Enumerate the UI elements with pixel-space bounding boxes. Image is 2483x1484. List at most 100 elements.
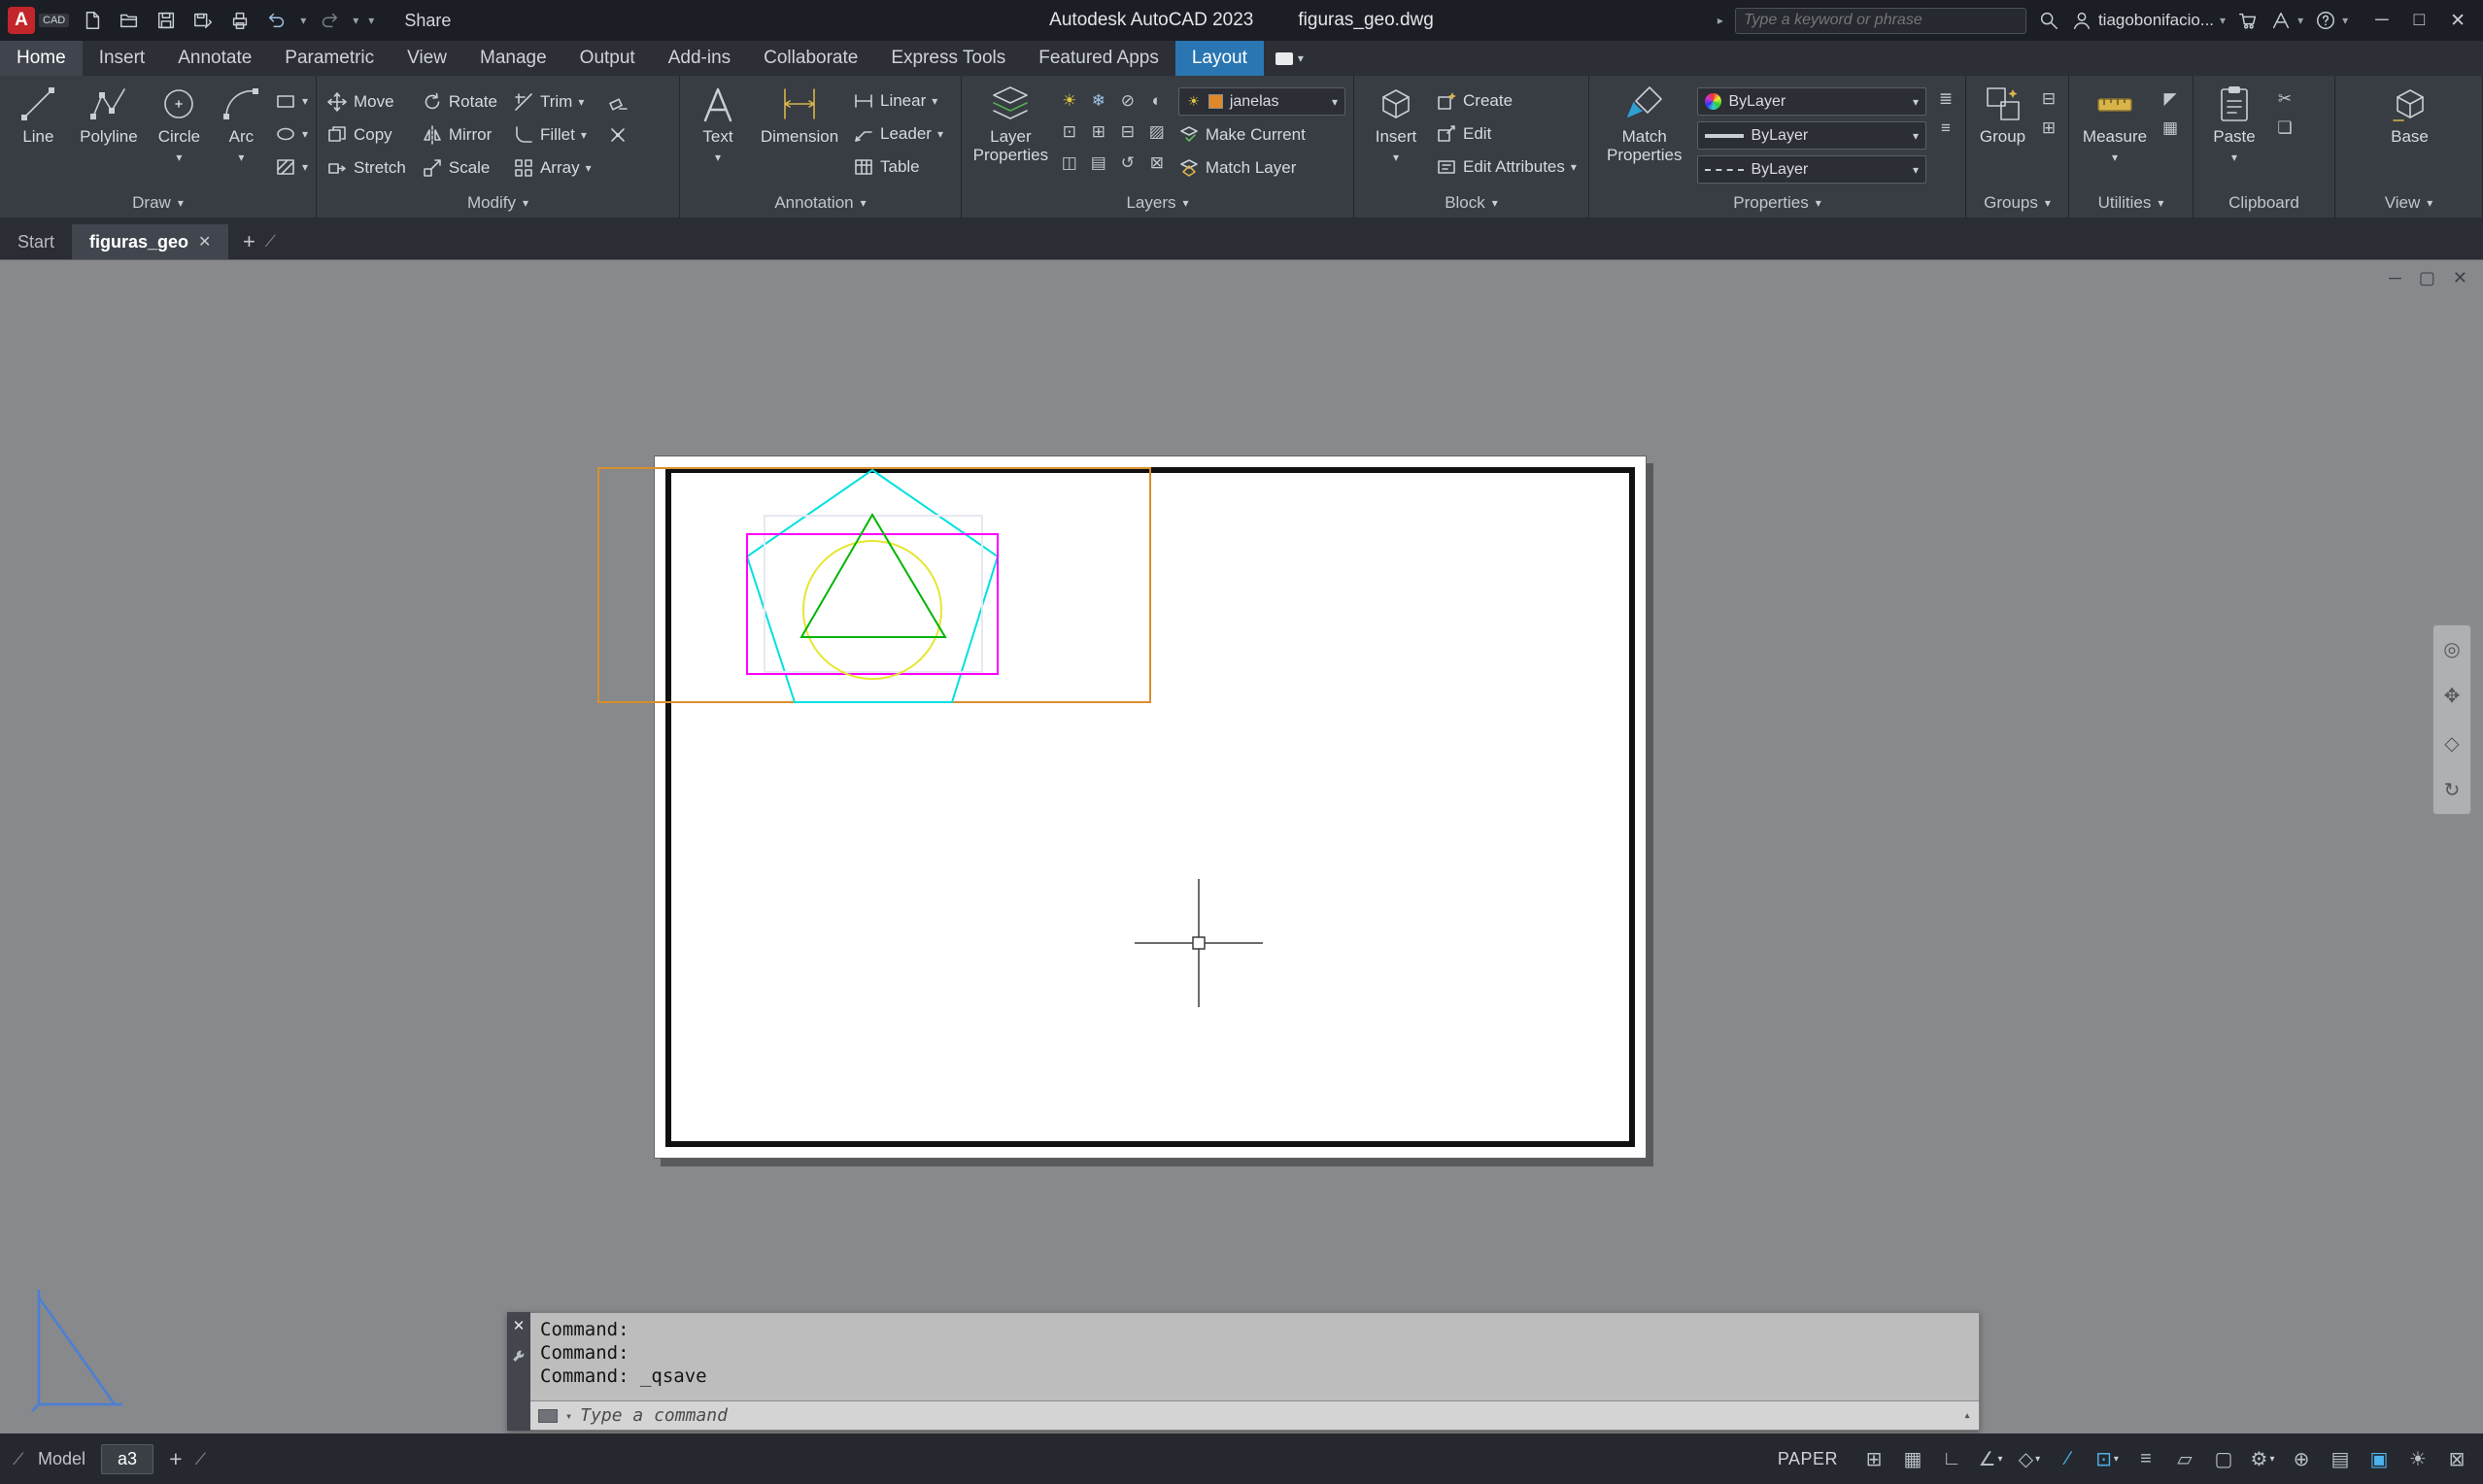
paste-button[interactable]: Paste ▾ <box>2203 84 2265 167</box>
base-button[interactable]: Base <box>2381 84 2439 146</box>
scale-button[interactable]: Scale <box>422 153 497 183</box>
explode-button[interactable] <box>607 120 629 150</box>
annotation-panel-label[interactable]: Annotation▾ <box>680 188 961 218</box>
scroll-up-icon[interactable]: ▴ <box>1963 1408 1971 1423</box>
layer-properties-button[interactable]: Layer Properties <box>971 84 1050 164</box>
draw-panel-label[interactable]: Draw▾ <box>0 188 316 218</box>
cart-icon[interactable] <box>2237 10 2259 31</box>
save-button[interactable] <box>153 7 180 34</box>
stretch-button[interactable]: Stretch <box>326 153 406 183</box>
maximize-button[interactable]: □ <box>2414 10 2425 31</box>
isolate-objects-toggle[interactable]: ☀ <box>2401 1442 2434 1475</box>
new-file-button[interactable] <box>79 7 106 34</box>
layers-panel-label[interactable]: Layers▾ <box>962 188 1353 218</box>
match-layer-button[interactable]: Match Layer <box>1178 154 1345 182</box>
view-panel-label[interactable]: View▾ <box>2335 188 2482 218</box>
white-rectangle-shape[interactable] <box>765 516 982 672</box>
paper-space-toggle[interactable]: PAPER <box>1778 1449 1838 1469</box>
trim-button[interactable]: Trim▾ <box>513 87 592 117</box>
pentagon-shape[interactable] <box>747 470 998 702</box>
linear-button[interactable]: Linear▾ <box>853 87 943 115</box>
close-icon[interactable]: ✕ <box>513 1317 526 1334</box>
copy-button[interactable]: Copy <box>326 120 406 150</box>
pan-icon[interactable]: ✥ <box>2444 684 2461 708</box>
polar-tracking-toggle[interactable]: ∠▾ <box>1974 1442 2007 1475</box>
cut-icon[interactable]: ✂ <box>2273 87 2296 111</box>
array-button[interactable]: Array▾ <box>513 153 592 183</box>
customize-wrench-icon[interactable] <box>511 1348 527 1364</box>
leader-button[interactable]: Leader▾ <box>853 120 943 148</box>
triangle-shape[interactable] <box>801 515 945 637</box>
layer-walk-icon[interactable]: ◫ <box>1058 152 1081 175</box>
help-menu[interactable]: ▾ <box>2315 10 2348 31</box>
command-titlebar[interactable]: ✕ <box>507 1312 530 1431</box>
new-layout-button[interactable]: + <box>169 1446 182 1472</box>
lineweight-list-icon[interactable]: ≣ <box>1934 87 1957 111</box>
ellipse-tool-button[interactable]: ▾ <box>275 120 308 148</box>
linetype-dropdown[interactable]: ByLayer ▾ <box>1697 155 1926 184</box>
group-edit-icon[interactable]: ⊞ <box>2037 117 2060 140</box>
clipboard-panel-label[interactable]: Clipboard <box>2194 188 2334 218</box>
tab-featured-apps[interactable]: Featured Apps <box>1022 41 1175 76</box>
layer-on-icon[interactable]: ☀ <box>1058 89 1081 113</box>
tab-collaborate[interactable]: Collaborate <box>747 41 874 76</box>
apps-menu[interactable]: ▾ <box>2270 10 2303 31</box>
drawing-area[interactable]: ─ ▢ ✕ ◎ <box>0 259 2483 1433</box>
undo-button[interactable] <box>263 7 290 34</box>
properties-panel-label[interactable]: Properties▾ <box>1589 188 1965 218</box>
grid-display-toggle[interactable]: ▦ <box>1896 1442 1929 1475</box>
edit-block-button[interactable]: Edit <box>1436 120 1577 148</box>
command-input[interactable]: Type a command <box>580 1405 1956 1426</box>
create-block-button[interactable]: Create <box>1436 87 1577 115</box>
quick-calculator-icon[interactable]: ▦ <box>2159 117 2182 140</box>
plot-button[interactable] <box>226 7 254 34</box>
search-icon[interactable] <box>2038 10 2059 31</box>
viewport-boundary[interactable] <box>598 468 1150 702</box>
model-tab[interactable]: Model <box>28 1449 95 1469</box>
close-button[interactable]: ✕ <box>2450 10 2466 32</box>
minimize-button[interactable]: ─ <box>2375 10 2388 31</box>
erase-button[interactable] <box>607 87 629 117</box>
utilities-panel-label[interactable]: Utilities▾ <box>2069 188 2193 218</box>
osnap-tracking-toggle[interactable]: ∕ <box>2052 1442 2085 1475</box>
zoom-icon[interactable]: ◇ <box>2444 731 2459 756</box>
block-panel-label[interactable]: Block▾ <box>1354 188 1588 218</box>
annotation-monitor-toggle[interactable]: ⊕ <box>2285 1442 2318 1475</box>
table-button[interactable]: Table <box>853 153 943 181</box>
orbit-icon[interactable]: ↻ <box>2444 778 2461 802</box>
group-button[interactable]: Group <box>1976 84 2029 146</box>
search-collapse-arrow[interactable]: ▸ <box>1718 14 1723 27</box>
graphics-performance-toggle[interactable]: ▣ <box>2363 1442 2396 1475</box>
dimension-button[interactable]: Dimension <box>754 84 845 146</box>
redo-dropdown-arrow[interactable]: ▾ <box>353 14 358 27</box>
transparency-toggle[interactable]: ▱ <box>2168 1442 2201 1475</box>
layer-off-icon[interactable]: ⊟ <box>1116 120 1139 144</box>
tab-manage[interactable]: Manage <box>463 41 563 76</box>
rotate-button[interactable]: Rotate <box>422 87 497 117</box>
text-button[interactable]: Text ▾ <box>690 84 746 167</box>
new-tab-button[interactable]: + <box>236 229 261 254</box>
layer-plot-icon[interactable]: ◐ <box>1145 89 1169 113</box>
mirror-button[interactable]: Mirror <box>422 120 497 150</box>
tab-annotate[interactable]: Annotate <box>161 41 268 76</box>
tab-layout[interactable]: Layout <box>1175 41 1264 76</box>
lineweight-dropdown[interactable]: ByLayer ▾ <box>1697 121 1926 150</box>
autocad-logo[interactable]: A <box>8 7 35 34</box>
workspace-switch[interactable]: ⚙▾ <box>2246 1442 2279 1475</box>
command-input-row[interactable]: ▾ Type a command ▴ <box>530 1400 1979 1430</box>
fillet-button[interactable]: Fillet▾ <box>513 120 592 150</box>
selection-cycling-toggle[interactable]: ▢ <box>2207 1442 2240 1475</box>
insert-block-button[interactable]: Insert ▾ <box>1364 84 1428 167</box>
layout-tab-a3[interactable]: a3 <box>101 1444 153 1474</box>
layer-lock-icon[interactable]: ⊘ <box>1116 89 1139 113</box>
ortho-mode-toggle[interactable]: ∟ <box>1935 1442 1968 1475</box>
qat-customize-arrow[interactable]: ▾ <box>368 14 374 27</box>
ribbon-display-options[interactable]: ▾ <box>1264 41 1315 76</box>
arc-button[interactable]: Arc ▾ <box>216 84 267 167</box>
edit-attributes-button[interactable]: Edit Attributes▾ <box>1436 153 1577 181</box>
ungroup-icon[interactable]: ⊟ <box>2037 87 2060 111</box>
file-tab-document[interactable]: figuras_geo ✕ <box>72 224 228 259</box>
file-tab-start[interactable]: Start <box>0 224 72 259</box>
tab-output[interactable]: Output <box>563 41 652 76</box>
tab-express-tools[interactable]: Express Tools <box>874 41 1022 76</box>
